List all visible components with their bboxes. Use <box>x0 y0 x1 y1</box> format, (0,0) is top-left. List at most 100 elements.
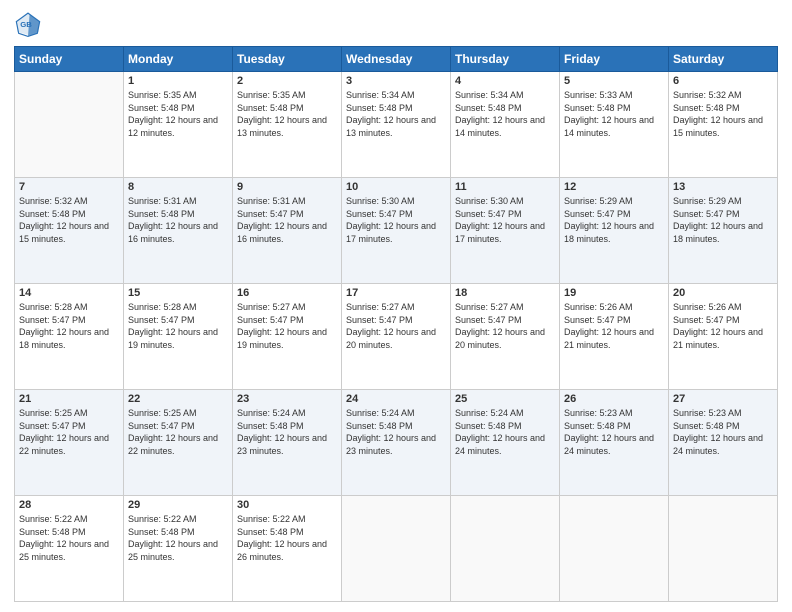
calendar-week-row: 1 Sunrise: 5:35 AMSunset: 5:48 PMDaylight… <box>15 72 778 178</box>
day-number: 29 <box>128 499 228 511</box>
calendar-cell: 29 Sunrise: 5:22 AMSunset: 5:48 PMDayligh… <box>124 496 233 602</box>
calendar-cell: 11 Sunrise: 5:30 AMSunset: 5:47 PMDayligh… <box>451 178 560 284</box>
day-number: 22 <box>128 393 228 405</box>
cell-info: Sunrise: 5:24 AMSunset: 5:48 PMDaylight:… <box>455 408 545 456</box>
calendar-cell: 25 Sunrise: 5:24 AMSunset: 5:48 PMDayligh… <box>451 390 560 496</box>
day-number: 16 <box>237 287 337 299</box>
day-number: 3 <box>346 75 446 87</box>
day-number: 23 <box>237 393 337 405</box>
cell-info: Sunrise: 5:22 AMSunset: 5:48 PMDaylight:… <box>128 514 218 562</box>
page: GB SundayMondayTuesdayWednesdayThursdayF… <box>0 0 792 612</box>
day-number: 15 <box>128 287 228 299</box>
header-day: Friday <box>560 47 669 72</box>
day-number: 21 <box>19 393 119 405</box>
day-number: 13 <box>673 181 773 193</box>
cell-info: Sunrise: 5:35 AMSunset: 5:48 PMDaylight:… <box>128 90 218 138</box>
cell-info: Sunrise: 5:23 AMSunset: 5:48 PMDaylight:… <box>673 408 763 456</box>
day-number: 12 <box>564 181 664 193</box>
calendar-week-row: 14 Sunrise: 5:28 AMSunset: 5:47 PMDayligh… <box>15 284 778 390</box>
day-number: 14 <box>19 287 119 299</box>
cell-info: Sunrise: 5:29 AMSunset: 5:47 PMDaylight:… <box>564 196 654 244</box>
header-day: Sunday <box>15 47 124 72</box>
day-number: 11 <box>455 181 555 193</box>
cell-info: Sunrise: 5:26 AMSunset: 5:47 PMDaylight:… <box>673 302 763 350</box>
calendar-cell: 20 Sunrise: 5:26 AMSunset: 5:47 PMDayligh… <box>669 284 778 390</box>
cell-info: Sunrise: 5:25 AMSunset: 5:47 PMDaylight:… <box>128 408 218 456</box>
calendar-cell <box>669 496 778 602</box>
day-number: 27 <box>673 393 773 405</box>
calendar-cell <box>560 496 669 602</box>
calendar-cell: 8Sunrise: 5:31 AMSunset: 5:48 PMDaylight… <box>124 178 233 284</box>
calendar-header-row: SundayMondayTuesdayWednesdayThursdayFrid… <box>15 47 778 72</box>
calendar-cell: 17 Sunrise: 5:27 AMSunset: 5:47 PMDayligh… <box>342 284 451 390</box>
cell-info: Sunrise: 5:31 AMSunset: 5:48 PMDaylight:… <box>128 196 218 244</box>
cell-info: Sunrise: 5:25 AMSunset: 5:47 PMDaylight:… <box>19 408 109 456</box>
logo: GB <box>14 10 46 38</box>
day-number: 17 <box>346 287 446 299</box>
cell-info: Sunrise: 5:22 AMSunset: 5:48 PMDaylight:… <box>237 514 327 562</box>
cell-info: Sunrise: 5:34 AMSunset: 5:48 PMDaylight:… <box>346 90 436 138</box>
cell-info: Sunrise: 5:31 AMSunset: 5:47 PMDaylight:… <box>237 196 327 244</box>
day-number: 24 <box>346 393 446 405</box>
cell-info: Sunrise: 5:27 AMSunset: 5:47 PMDaylight:… <box>237 302 327 350</box>
day-number: 7 <box>19 181 119 193</box>
cell-info: Sunrise: 5:24 AMSunset: 5:48 PMDaylight:… <box>346 408 436 456</box>
calendar-cell: 15 Sunrise: 5:28 AMSunset: 5:47 PMDayligh… <box>124 284 233 390</box>
day-number: 19 <box>564 287 664 299</box>
calendar-cell: 21 Sunrise: 5:25 AMSunset: 5:47 PMDayligh… <box>15 390 124 496</box>
cell-info: Sunrise: 5:30 AMSunset: 5:47 PMDaylight:… <box>455 196 545 244</box>
day-number: 25 <box>455 393 555 405</box>
cell-info: Sunrise: 5:27 AMSunset: 5:47 PMDaylight:… <box>346 302 436 350</box>
day-number: 18 <box>455 287 555 299</box>
calendar-cell <box>15 72 124 178</box>
day-number: 5 <box>564 75 664 87</box>
cell-info: Sunrise: 5:26 AMSunset: 5:47 PMDaylight:… <box>564 302 654 350</box>
day-number: 30 <box>237 499 337 511</box>
day-number: 2 <box>237 75 337 87</box>
header-day: Wednesday <box>342 47 451 72</box>
calendar-cell: 5 Sunrise: 5:33 AMSunset: 5:48 PMDaylight… <box>560 72 669 178</box>
day-number: 9 <box>237 181 337 193</box>
cell-info: Sunrise: 5:23 AMSunset: 5:48 PMDaylight:… <box>564 408 654 456</box>
calendar-cell: 19 Sunrise: 5:26 AMSunset: 5:47 PMDayligh… <box>560 284 669 390</box>
calendar-cell: 23 Sunrise: 5:24 AMSunset: 5:48 PMDayligh… <box>233 390 342 496</box>
calendar-cell: 16 Sunrise: 5:27 AMSunset: 5:47 PMDayligh… <box>233 284 342 390</box>
day-number: 4 <box>455 75 555 87</box>
calendar-cell: 1 Sunrise: 5:35 AMSunset: 5:48 PMDaylight… <box>124 72 233 178</box>
header-day: Tuesday <box>233 47 342 72</box>
cell-info: Sunrise: 5:30 AMSunset: 5:47 PMDaylight:… <box>346 196 436 244</box>
calendar-cell: 24 Sunrise: 5:24 AMSunset: 5:48 PMDayligh… <box>342 390 451 496</box>
cell-info: Sunrise: 5:29 AMSunset: 5:47 PMDaylight:… <box>673 196 763 244</box>
header-day: Thursday <box>451 47 560 72</box>
day-number: 20 <box>673 287 773 299</box>
header-day: Saturday <box>669 47 778 72</box>
calendar-cell: 10 Sunrise: 5:30 AMSunset: 5:47 PMDayligh… <box>342 178 451 284</box>
day-number: 10 <box>346 181 446 193</box>
calendar-week-row: 28 Sunrise: 5:22 AMSunset: 5:48 PMDayligh… <box>15 496 778 602</box>
cell-info: Sunrise: 5:24 AMSunset: 5:48 PMDaylight:… <box>237 408 327 456</box>
cell-info: Sunrise: 5:34 AMSunset: 5:48 PMDaylight:… <box>455 90 545 138</box>
day-number: 6 <box>673 75 773 87</box>
calendar-cell: 18Sunrise: 5:27 AMSunset: 5:47 PMDayligh… <box>451 284 560 390</box>
calendar-cell: 22 Sunrise: 5:25 AMSunset: 5:47 PMDayligh… <box>124 390 233 496</box>
calendar-cell: 30 Sunrise: 5:22 AMSunset: 5:48 PMDayligh… <box>233 496 342 602</box>
calendar-cell: 13 Sunrise: 5:29 AMSunset: 5:47 PMDayligh… <box>669 178 778 284</box>
calendar-week-row: 21 Sunrise: 5:25 AMSunset: 5:47 PMDayligh… <box>15 390 778 496</box>
calendar-cell: 9 Sunrise: 5:31 AMSunset: 5:47 PMDaylight… <box>233 178 342 284</box>
svg-text:GB: GB <box>20 20 32 29</box>
day-number: 1 <box>128 75 228 87</box>
header: GB <box>14 10 778 38</box>
calendar-cell: 27 Sunrise: 5:23 AMSunset: 5:48 PMDayligh… <box>669 390 778 496</box>
calendar-table: SundayMondayTuesdayWednesdayThursdayFrid… <box>14 46 778 602</box>
calendar-cell: 26Sunrise: 5:23 AMSunset: 5:48 PMDayligh… <box>560 390 669 496</box>
calendar-cell: 4 Sunrise: 5:34 AMSunset: 5:48 PMDaylight… <box>451 72 560 178</box>
calendar-cell: 14Sunrise: 5:28 AMSunset: 5:47 PMDayligh… <box>15 284 124 390</box>
calendar-cell: 12 Sunrise: 5:29 AMSunset: 5:47 PMDayligh… <box>560 178 669 284</box>
cell-info: Sunrise: 5:28 AMSunset: 5:47 PMDaylight:… <box>128 302 218 350</box>
cell-info: Sunrise: 5:33 AMSunset: 5:48 PMDaylight:… <box>564 90 654 138</box>
calendar-week-row: 7Sunrise: 5:32 AMSunset: 5:48 PMDaylight… <box>15 178 778 284</box>
calendar-cell: 7Sunrise: 5:32 AMSunset: 5:48 PMDaylight… <box>15 178 124 284</box>
cell-info: Sunrise: 5:35 AMSunset: 5:48 PMDaylight:… <box>237 90 327 138</box>
header-day: Monday <box>124 47 233 72</box>
day-number: 28 <box>19 499 119 511</box>
